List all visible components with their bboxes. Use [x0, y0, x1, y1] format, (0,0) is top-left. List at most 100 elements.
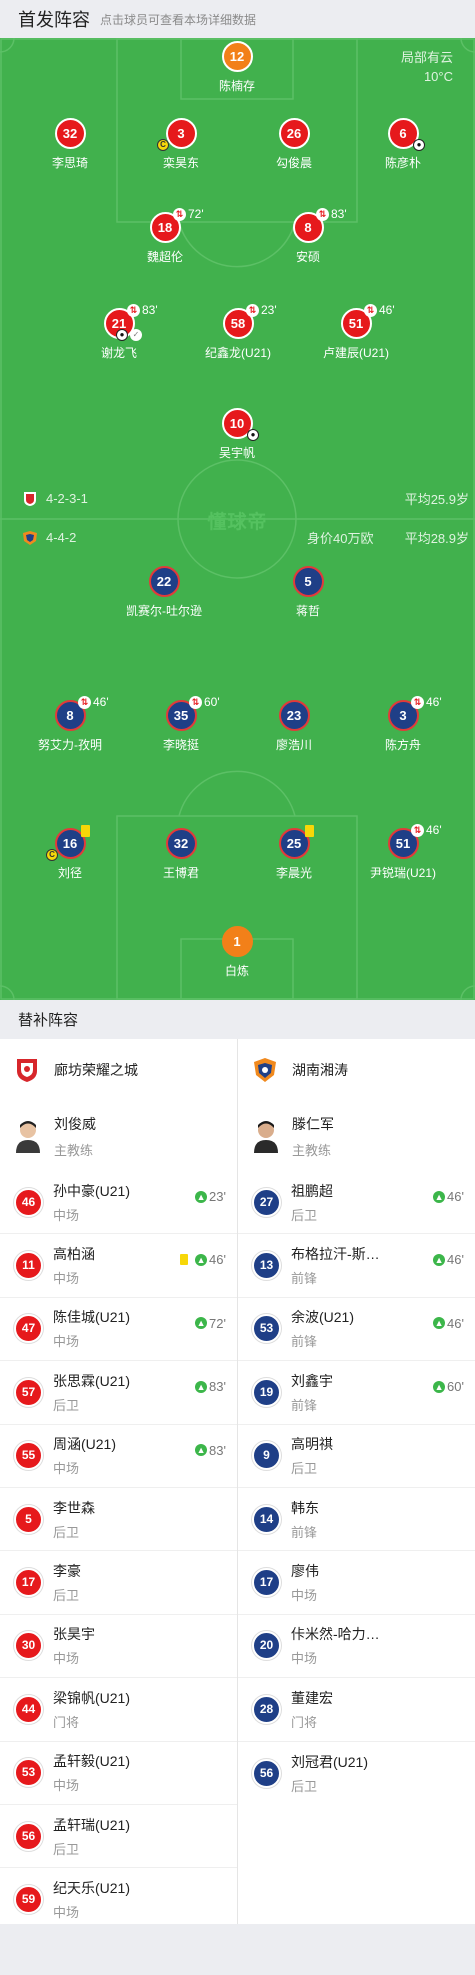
away-market-value: 身价40万欧 [307, 531, 374, 546]
player-position: 中场 [291, 1588, 318, 1604]
player-name: 尹锐瑞(U21) [369, 866, 436, 880]
home-player-6[interactable]: 6 ● 陈彦朴 [338, 118, 468, 171]
list-item[interactable]: 53 余波(U21) 前锋 ▲ 46' [238, 1298, 475, 1362]
player-name: 梁锦帆(U21) [53, 1689, 131, 1706]
away-team-badge-icon [22, 530, 38, 546]
lineup-hint: 点击球员可查看本场详细数据 [100, 12, 257, 27]
substitution-in-tag: ▲ 46' [433, 1315, 464, 1331]
weather: 局部有云 10°C [401, 48, 453, 86]
substitution-in-icon: ▲ [195, 1253, 208, 1266]
away-player-1[interactable]: 1 白炼 [172, 926, 302, 979]
shirt-number: 3 [165, 118, 197, 149]
player-position: 前锋 [291, 1271, 318, 1287]
player-position: 前锋 [291, 1397, 318, 1413]
shirt-number: 5 [292, 566, 324, 597]
shirt-number: 46 [14, 1187, 43, 1217]
shirt-number: 56 [252, 1758, 281, 1788]
list-item[interactable]: 13 布格拉汗-斯… 前锋 ▲ 46' [238, 1234, 475, 1298]
substitution-in-icon: ▲ [195, 1444, 208, 1457]
lineup-title: 首发阵容 [18, 10, 90, 30]
list-item[interactable]: 27 祖鹏超 后卫 ▲ 46' [238, 1171, 475, 1235]
substitution-out-tag: ⇅ 46' [364, 303, 395, 317]
home-player-8[interactable]: 8 ⇅ 83' 安硕 [243, 207, 373, 265]
away-coach[interactable]: 滕仁军 主教练 [238, 1101, 475, 1171]
home-team-head[interactable]: 廊坊荣耀之城 [0, 1039, 237, 1101]
coach-avatar [14, 1119, 42, 1153]
list-item[interactable]: 17 李豪 后卫 [0, 1551, 237, 1615]
player-name: 韩东 [291, 1499, 319, 1516]
list-item[interactable]: 55 周涵(U21) 中场 ▲ 83' [0, 1425, 237, 1488]
shirt-number: 30 [14, 1631, 43, 1661]
home-coach[interactable]: 刘俊威 主教练 [0, 1101, 237, 1171]
player-name: 张昊宇 [53, 1626, 95, 1643]
home-player-3[interactable]: 3 C 栾昊东 [116, 118, 246, 171]
shirt-number: 1 [221, 926, 253, 957]
player-name: 陈方舟 [384, 738, 421, 752]
away-player-35[interactable]: 35 ⇅ 60' 李晓挺 [116, 695, 246, 753]
substitution-out-tag: ⇅ 83' [316, 207, 347, 221]
list-item[interactable]: 19 刘鑫宇 前锋 ▲ 60' [238, 1361, 475, 1425]
substitution-in-tag: ▲ 23' [195, 1189, 226, 1204]
list-item[interactable]: 9 高明祺 后卫 [238, 1425, 475, 1488]
player-position: 后卫 [53, 1588, 80, 1604]
list-item[interactable]: 28 董建宏 门将 [238, 1678, 475, 1742]
player-name: 余波(U21) [291, 1309, 355, 1326]
list-item[interactable]: 53 孟轩毅(U21) 中场 [0, 1742, 237, 1805]
player-name: 布格拉汗-斯… [291, 1246, 380, 1263]
list-item[interactable]: 57 张思霖(U21) 后卫 ▲ 83' [0, 1361, 237, 1425]
home-formation: 4-2-3-1 [46, 491, 88, 506]
goal-icon: ● [116, 329, 128, 341]
yellow-card-icon [305, 825, 314, 837]
away-player-51[interactable]: 51 ⇅ 46' 尹锐瑞(U21) [338, 823, 468, 881]
substitution-out-tag: ⇅ 46' [411, 695, 442, 709]
list-item[interactable]: 5 李世森 后卫 [0, 1488, 237, 1552]
player-position: 前锋 [291, 1334, 318, 1350]
player-position: 中场 [53, 1461, 80, 1477]
player-position: 后卫 [53, 1524, 80, 1540]
list-item[interactable]: 56 孟轩瑞(U21) 后卫 [0, 1805, 237, 1869]
list-item[interactable]: 46 孙中豪(U21) 中场 ▲ 23' [0, 1171, 237, 1235]
home-player-18[interactable]: 18 ⇅ 72' 魏超伦 [100, 207, 230, 265]
player-position: 后卫 [291, 1778, 318, 1794]
substitution-out-tag: ⇅ 46' [411, 823, 442, 837]
away-formation-row: 4-4-2 身价40万欧 平均28.9岁 [22, 528, 469, 547]
home-player-58[interactable]: 58 ⇅ 23' 纪鑫龙(U21) [173, 303, 303, 361]
shirt-number: 28 [252, 1694, 281, 1724]
list-item[interactable]: 17 廖伟 中场 [238, 1551, 475, 1615]
player-name: 高柏涵 [53, 1246, 95, 1263]
goal-icon: ● [413, 139, 425, 151]
list-item[interactable]: 14 韩东 前锋 [238, 1488, 475, 1552]
shirt-number: 5 [14, 1504, 43, 1534]
substitution-in-icon: ▲ [195, 1317, 208, 1330]
shirt-number: 32 [54, 118, 86, 149]
home-player-12[interactable]: 12 陈楠存 [172, 41, 302, 94]
away-player-3[interactable]: 3 ⇅ 46' 陈方舟 [338, 695, 468, 753]
shirt-number: 53 [252, 1314, 281, 1344]
substitution-out-icon: ⇅ [364, 303, 377, 317]
list-item[interactable]: 20 佧米然-哈力… 中场 [238, 1615, 475, 1679]
list-item[interactable]: 47 陈佳城(U21) 中场 ▲ 72' [0, 1298, 237, 1362]
home-player-21[interactable]: 21 ⇅ 83' ● ✓ 谢龙飞 [54, 303, 184, 361]
weather-temp: 10°C [423, 69, 453, 84]
list-item[interactable]: 11 高柏涵 中场 ▲ 46' [0, 1234, 237, 1298]
home-player-10[interactable]: 10 ● 吴宇帆 [172, 408, 302, 461]
shirt-number: 14 [252, 1504, 281, 1534]
player-name: 魏超伦 [146, 250, 183, 264]
player-name: 佧米然-哈力… [291, 1626, 380, 1643]
away-player-32[interactable]: 32 王博君 [116, 828, 246, 881]
player-name: 栾昊东 [162, 156, 199, 170]
substitution-out-tag: ⇅ 83' [127, 303, 158, 317]
list-item[interactable]: 56 刘冠君(U21) 后卫 [238, 1742, 475, 1805]
away-player-5[interactable]: 5 蒋哲 [243, 566, 373, 619]
home-player-51[interactable]: 51 ⇅ 46' 卢建辰(U21) [291, 303, 421, 361]
list-item[interactable]: 59 纪天乐(U21) 中场 [0, 1868, 237, 1931]
shirt-number: 20 [252, 1631, 281, 1661]
shirt-number: 32 [165, 828, 197, 859]
weather-condition: 局部有云 [400, 50, 453, 65]
away-player-22[interactable]: 22 凯赛尔-吐尔逊 [99, 566, 229, 619]
list-item[interactable]: 30 张昊宇 中场 [0, 1615, 237, 1679]
list-item[interactable]: 44 梁锦帆(U21) 门将 [0, 1678, 237, 1742]
away-team-head[interactable]: 湖南湘涛 [238, 1039, 475, 1101]
player-name: 凯赛尔-吐尔逊 [126, 604, 202, 618]
shirt-number: 19 [252, 1377, 281, 1407]
